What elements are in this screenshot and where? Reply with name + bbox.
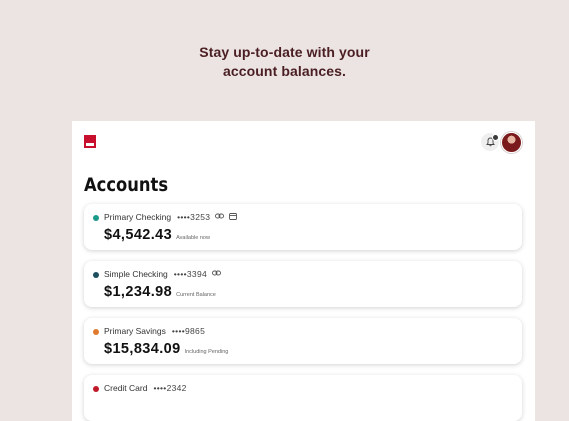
account-number: ••••3253 bbox=[177, 212, 211, 222]
page-title: Accounts bbox=[84, 174, 169, 196]
card-icon bbox=[229, 212, 238, 222]
promo-headline-line1: Stay up-to-date with your bbox=[199, 44, 370, 60]
account-name: Simple Checking bbox=[104, 269, 168, 279]
account-card-primary-checking[interactable]: Primary Checking ••••3253 $4,542.43 Avai… bbox=[84, 204, 522, 250]
account-card-primary-savings[interactable]: Primary Savings ••••9865 $15,834.09 Incl… bbox=[84, 318, 522, 364]
link-icon bbox=[215, 213, 225, 221]
account-name: Primary Savings bbox=[104, 326, 166, 336]
account-balance: $15,834.09 bbox=[104, 341, 181, 357]
account-color-dot bbox=[93, 215, 99, 221]
account-color-dot bbox=[93, 329, 99, 335]
balance-status: Including Pending bbox=[184, 349, 229, 355]
link-icon bbox=[212, 270, 221, 278]
app-panel: Accounts Primary Checking ••••3253 $4,54… bbox=[72, 121, 535, 421]
account-card-simple-checking[interactable]: Simple Checking ••••3394 $1,234.98 Curre… bbox=[84, 261, 522, 307]
account-color-dot bbox=[93, 386, 99, 392]
account-name: Primary Checking bbox=[104, 212, 172, 222]
bank-logo-icon[interactable] bbox=[84, 135, 96, 148]
balance-status: Available now bbox=[176, 235, 210, 241]
account-number: ••••3394 bbox=[173, 269, 207, 279]
user-avatar[interactable] bbox=[501, 132, 522, 153]
account-card-credit-card[interactable]: Credit Card ••••2342 bbox=[84, 375, 522, 421]
account-balance: $1,234.98 bbox=[104, 284, 173, 300]
balance-status: Current Balance bbox=[176, 292, 216, 298]
account-balance: $4,542.43 bbox=[104, 227, 173, 243]
notifications-button[interactable] bbox=[481, 133, 499, 151]
account-name: Credit Card bbox=[104, 383, 148, 393]
account-number: ••••2342 bbox=[153, 383, 187, 393]
account-color-dot bbox=[93, 272, 99, 278]
promo-headline-line2: account balances. bbox=[222, 63, 347, 79]
notification-badge bbox=[492, 134, 499, 141]
account-number: ••••9865 bbox=[171, 326, 206, 336]
promo-headline: Stay up-to-date with your account balanc… bbox=[0, 43, 569, 81]
